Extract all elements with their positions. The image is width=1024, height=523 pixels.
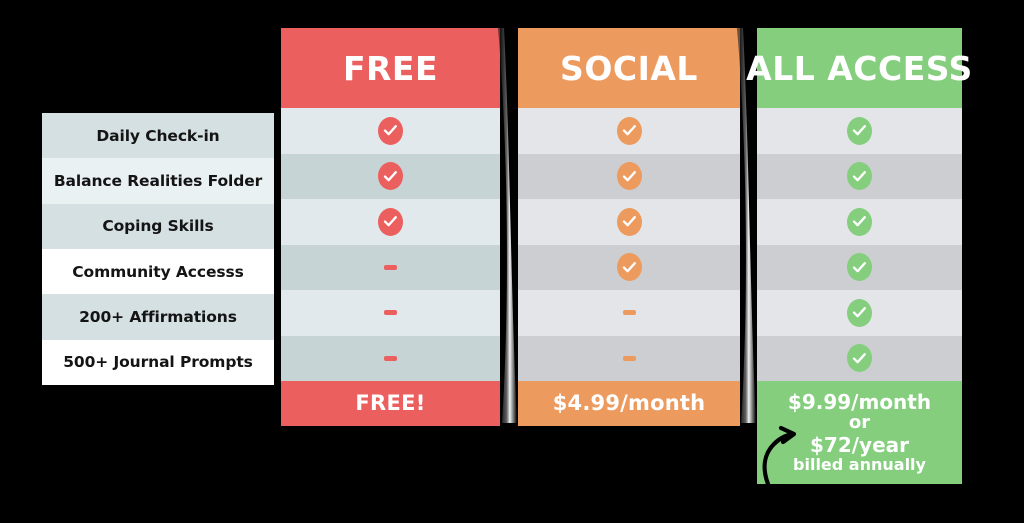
plan-title: SOCIAL (560, 48, 698, 88)
feature-availability-cell (281, 199, 500, 245)
plan-price-all-access[interactable]: $9.99/month or $72/year billed annually (757, 381, 962, 484)
check-icon (616, 253, 642, 282)
check-icon (616, 116, 642, 145)
price-line: FREE! (355, 390, 426, 415)
check-icon (616, 162, 642, 191)
dash-icon (384, 264, 397, 270)
feature-availability-cell (281, 335, 500, 381)
feature-availability-cell (281, 153, 500, 199)
check-icon (378, 207, 403, 236)
feature-availability-cell (757, 199, 962, 245)
feature-row: Daily Check-in (42, 113, 274, 159)
feature-availability-cell (281, 244, 500, 290)
feature-label: 500+ Journal Prompts (63, 353, 253, 372)
plan-price-free[interactable]: FREE! (281, 381, 500, 426)
check-icon (847, 253, 872, 282)
feature-availability-cell (518, 108, 740, 154)
check-icon (847, 116, 872, 145)
feature-availability-cell (757, 108, 962, 154)
price-stack: $9.99/month or $72/year billed annually (788, 391, 931, 474)
check-icon (616, 207, 642, 236)
check-icon (378, 116, 403, 145)
feature-availability-cell (518, 290, 740, 336)
feature-availability-cell (281, 290, 500, 336)
page-fold-shadow (498, 28, 520, 423)
plan-cells-all-access (757, 108, 962, 381)
price-line-monthly: $9.99/month (787, 390, 932, 415)
dash-icon (384, 310, 397, 316)
feature-label-column: Daily Check-in Balance Realities Folder … (42, 113, 274, 385)
feature-availability-cell (518, 199, 740, 245)
feature-label: Balance Realities Folder (53, 171, 263, 190)
feature-row: 500+ Journal Prompts (42, 339, 274, 385)
feature-availability-cell (757, 153, 962, 199)
plan-header-free: FREE (281, 28, 500, 108)
plan-header-social: SOCIAL (518, 28, 740, 108)
feature-row: 200+ Affirmations (42, 294, 274, 340)
dash-icon (622, 355, 636, 361)
check-icon (847, 162, 872, 191)
plan-header-all-access: ALL ACCESS (746, 28, 972, 108)
plan-cells-free (281, 108, 500, 381)
feature-availability-cell (518, 335, 740, 381)
check-icon (847, 298, 872, 327)
plan-cells-social (518, 108, 740, 381)
feature-row: Coping Skills (42, 203, 274, 249)
feature-availability-cell (757, 290, 962, 336)
check-icon (847, 344, 872, 373)
plan-title: ALL ACCESS (746, 48, 973, 88)
feature-row: Balance Realities Folder (42, 158, 274, 204)
feature-availability-cell (518, 153, 740, 199)
price-billing-note: billed annually (793, 455, 926, 475)
feature-label: Daily Check-in (96, 126, 220, 145)
price-line-yearly: $72/year (809, 432, 909, 457)
price-line: $4.99/month (552, 390, 706, 415)
plan-price-social[interactable]: $4.99/month (518, 381, 740, 426)
price-line-or: or (848, 412, 871, 434)
feature-availability-cell (757, 244, 962, 290)
plan-column-social[interactable]: SOCIAL $4.99/month (518, 28, 740, 426)
plan-title: FREE (342, 48, 439, 88)
pricing-comparison-table: Daily Check-in Balance Realities Folder … (0, 0, 1024, 523)
feature-label: Coping Skills (102, 217, 214, 236)
feature-availability-cell (518, 244, 740, 290)
feature-availability-cell (757, 335, 962, 381)
plan-column-all-access[interactable]: ALL ACCESS $9.99/month or $72/year bille… (746, 28, 972, 484)
feature-label: Community Accesss (72, 262, 244, 281)
check-icon (847, 207, 872, 236)
feature-row: Community Accesss (42, 248, 274, 295)
check-icon (378, 162, 403, 191)
dash-icon (622, 310, 636, 316)
feature-label: 200+ Affirmations (79, 307, 237, 326)
plan-column-free[interactable]: FREE FREE! (281, 28, 500, 426)
feature-availability-cell (281, 108, 500, 154)
dash-icon (384, 355, 397, 361)
